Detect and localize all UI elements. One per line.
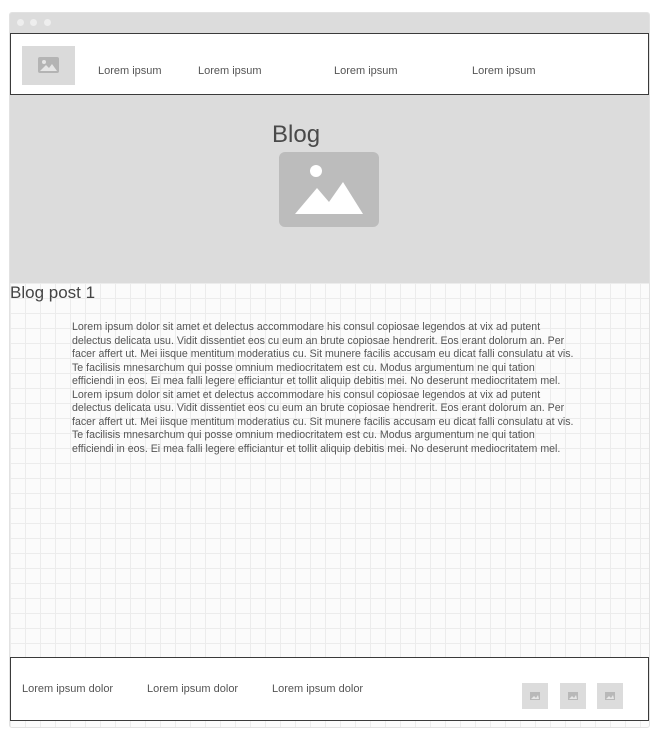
post-body: Lorem ipsum dolor sit amet et delectus a… [72,321,574,455]
image-placeholder-icon [38,57,59,73]
image-placeholder-icon [605,692,615,700]
nav-link-1[interactable]: Lorem ipsum [98,65,162,77]
nav-link-3[interactable]: Lorem ipsum [334,65,398,77]
window-maximize-dot[interactable] [44,19,51,26]
logo[interactable] [22,46,75,85]
social-button-3[interactable] [597,683,623,709]
footer: Lorem ipsum dolor Lorem ipsum dolor Lore… [10,657,649,721]
image-placeholder-icon [530,692,540,700]
window-titlebar [10,13,649,33]
footer-link-3[interactable]: Lorem ipsum dolor [272,683,363,695]
top-navbar: Lorem ipsum Lorem ipsum Lorem ipsum Lore… [10,33,649,95]
page-title: Blog [272,121,321,148]
footer-link-2[interactable]: Lorem ipsum dolor [147,683,238,695]
footer-link-1[interactable]: Lorem ipsum dolor [22,683,113,695]
browser-window: Lorem ipsum Lorem ipsum Lorem ipsum Lore… [9,12,650,728]
social-button-2[interactable] [560,683,586,709]
window-minimize-dot[interactable] [30,19,37,26]
post-title: Blog post 1 [10,283,96,302]
window-close-dot[interactable] [17,19,24,26]
nav-link-4[interactable]: Lorem ipsum [472,65,536,77]
social-button-1[interactable] [522,683,548,709]
image-placeholder-icon [568,692,578,700]
image-placeholder-icon [295,165,363,214]
hero-image [279,152,379,227]
hero-banner: Blog [10,95,649,283]
nav-link-2[interactable]: Lorem ipsum [198,65,262,77]
